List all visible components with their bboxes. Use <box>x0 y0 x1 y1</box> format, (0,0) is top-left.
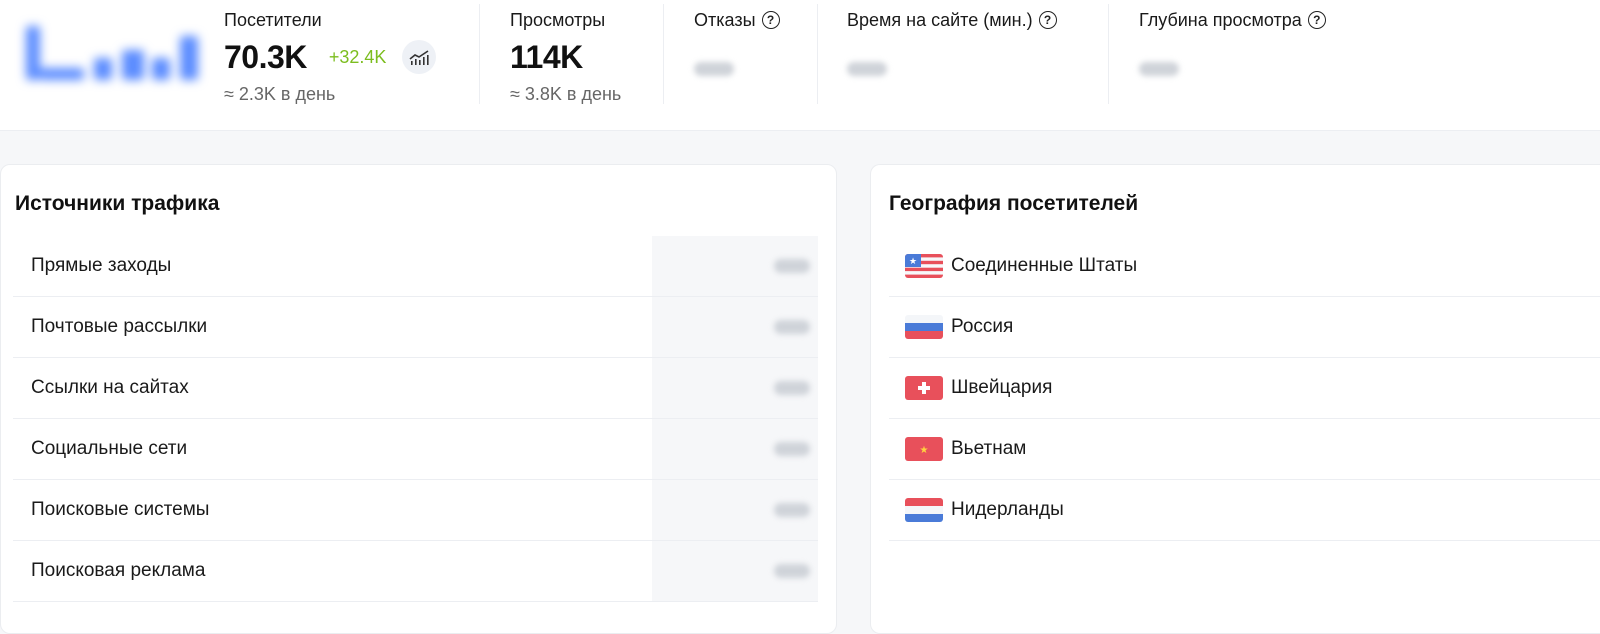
blurred-value <box>774 320 810 334</box>
metric-visitors-value: 70.3K <box>224 38 307 75</box>
ch-flag-icon <box>905 376 943 400</box>
metric-bounces: Отказы ? <box>694 8 780 76</box>
source-label: Прямые заходы <box>31 255 172 276</box>
metric-views-value: 114K <box>510 38 583 75</box>
nl-flag-icon <box>905 498 943 522</box>
divider <box>663 4 664 104</box>
blurred-logo <box>22 26 210 80</box>
metric-visitors-label: Посетители <box>224 9 322 30</box>
metric-time-label: Время на сайте (мин.) <box>847 9 1033 30</box>
bar-chart-icon <box>409 50 430 65</box>
metric-depth-label: Глубина просмотра <box>1139 9 1302 30</box>
list-item[interactable]: Поисковая реклама <box>13 541 818 602</box>
blurred-value <box>774 381 810 395</box>
blurred-value <box>1139 62 1179 76</box>
metric-views-label: Просмотры <box>510 9 606 30</box>
source-label: Ссылки на сайтах <box>31 377 189 398</box>
svg-text:★: ★ <box>909 257 917 267</box>
traffic-sources-card: Источники трафика Прямые заходы Почтовые… <box>0 164 837 634</box>
geography-title: География посетителей <box>889 192 1139 215</box>
list-item[interactable]: ★ Вьетнам <box>889 419 1600 480</box>
list-item[interactable]: Швейцария <box>889 358 1600 419</box>
divider <box>1108 4 1109 104</box>
divider <box>479 4 480 104</box>
country-label: Вьетнам <box>951 438 1027 459</box>
metric-visitors: Посетители 70.3K +32.4K ≈ 2.3K в день <box>224 8 437 105</box>
divider <box>817 4 818 104</box>
blurred-value <box>774 564 810 578</box>
blurred-value <box>847 62 887 76</box>
vn-flag-icon: ★ <box>905 437 943 461</box>
list-item[interactable]: Социальные сети <box>13 419 818 480</box>
metric-visitors-delta: +32.4K <box>328 46 387 67</box>
help-icon[interactable]: ? <box>1038 11 1057 29</box>
source-label: Социальные сети <box>31 438 188 459</box>
traffic-sources-title: Источники трафика <box>15 192 220 215</box>
source-label: Поисковая реклама <box>31 560 206 581</box>
metrics-bar: Посетители 70.3K +32.4K ≈ 2.3K в день Пр… <box>0 0 1600 131</box>
geography-list: ★ Соединенные Штаты Россия Швейцария ★ В… <box>889 236 1600 541</box>
metric-visitors-per-day: ≈ 2.3K в день <box>224 84 336 104</box>
list-item[interactable]: Прямые заходы <box>13 236 818 297</box>
chart-toggle-button[interactable] <box>402 40 437 74</box>
blurred-value <box>774 503 810 517</box>
list-item[interactable]: ★ Соединенные Штаты <box>889 236 1600 297</box>
traffic-sources-list: Прямые заходы Почтовые рассылки Ссылки н… <box>13 236 818 602</box>
blurred-value <box>774 442 810 456</box>
list-item[interactable]: Россия <box>889 297 1600 358</box>
source-label: Почтовые рассылки <box>31 316 208 337</box>
list-item[interactable]: Почтовые рассылки <box>13 297 818 358</box>
metric-views-per-day: ≈ 3.8K в день <box>510 84 622 104</box>
blurred-value <box>774 259 810 273</box>
help-icon[interactable]: ? <box>1307 11 1326 29</box>
svg-text:★: ★ <box>920 445 929 456</box>
list-item[interactable]: Ссылки на сайтах <box>13 358 818 419</box>
help-icon[interactable]: ? <box>761 11 780 29</box>
ru-flag-icon <box>905 315 943 339</box>
metric-bounces-label: Отказы <box>694 9 756 30</box>
geography-card: География посетителей ★ Соединенные Штат… <box>870 164 1600 634</box>
metric-views: Просмотры 114K ≈ 3.8K в день <box>510 8 621 105</box>
country-label: Швейцария <box>951 377 1053 398</box>
metric-time-on-site: Время на сайте (мин.) ? <box>847 8 1057 76</box>
country-label: Соединенные Штаты <box>951 255 1138 276</box>
list-item[interactable]: Поисковые системы <box>13 480 818 541</box>
metric-depth: Глубина просмотра ? <box>1139 8 1326 76</box>
country-label: Россия <box>951 316 1014 337</box>
country-label: Нидерланды <box>951 499 1064 520</box>
us-flag-icon: ★ <box>905 254 943 278</box>
blurred-value <box>694 62 734 76</box>
source-label: Поисковые системы <box>31 499 210 520</box>
list-item[interactable]: Нидерланды <box>889 480 1600 541</box>
